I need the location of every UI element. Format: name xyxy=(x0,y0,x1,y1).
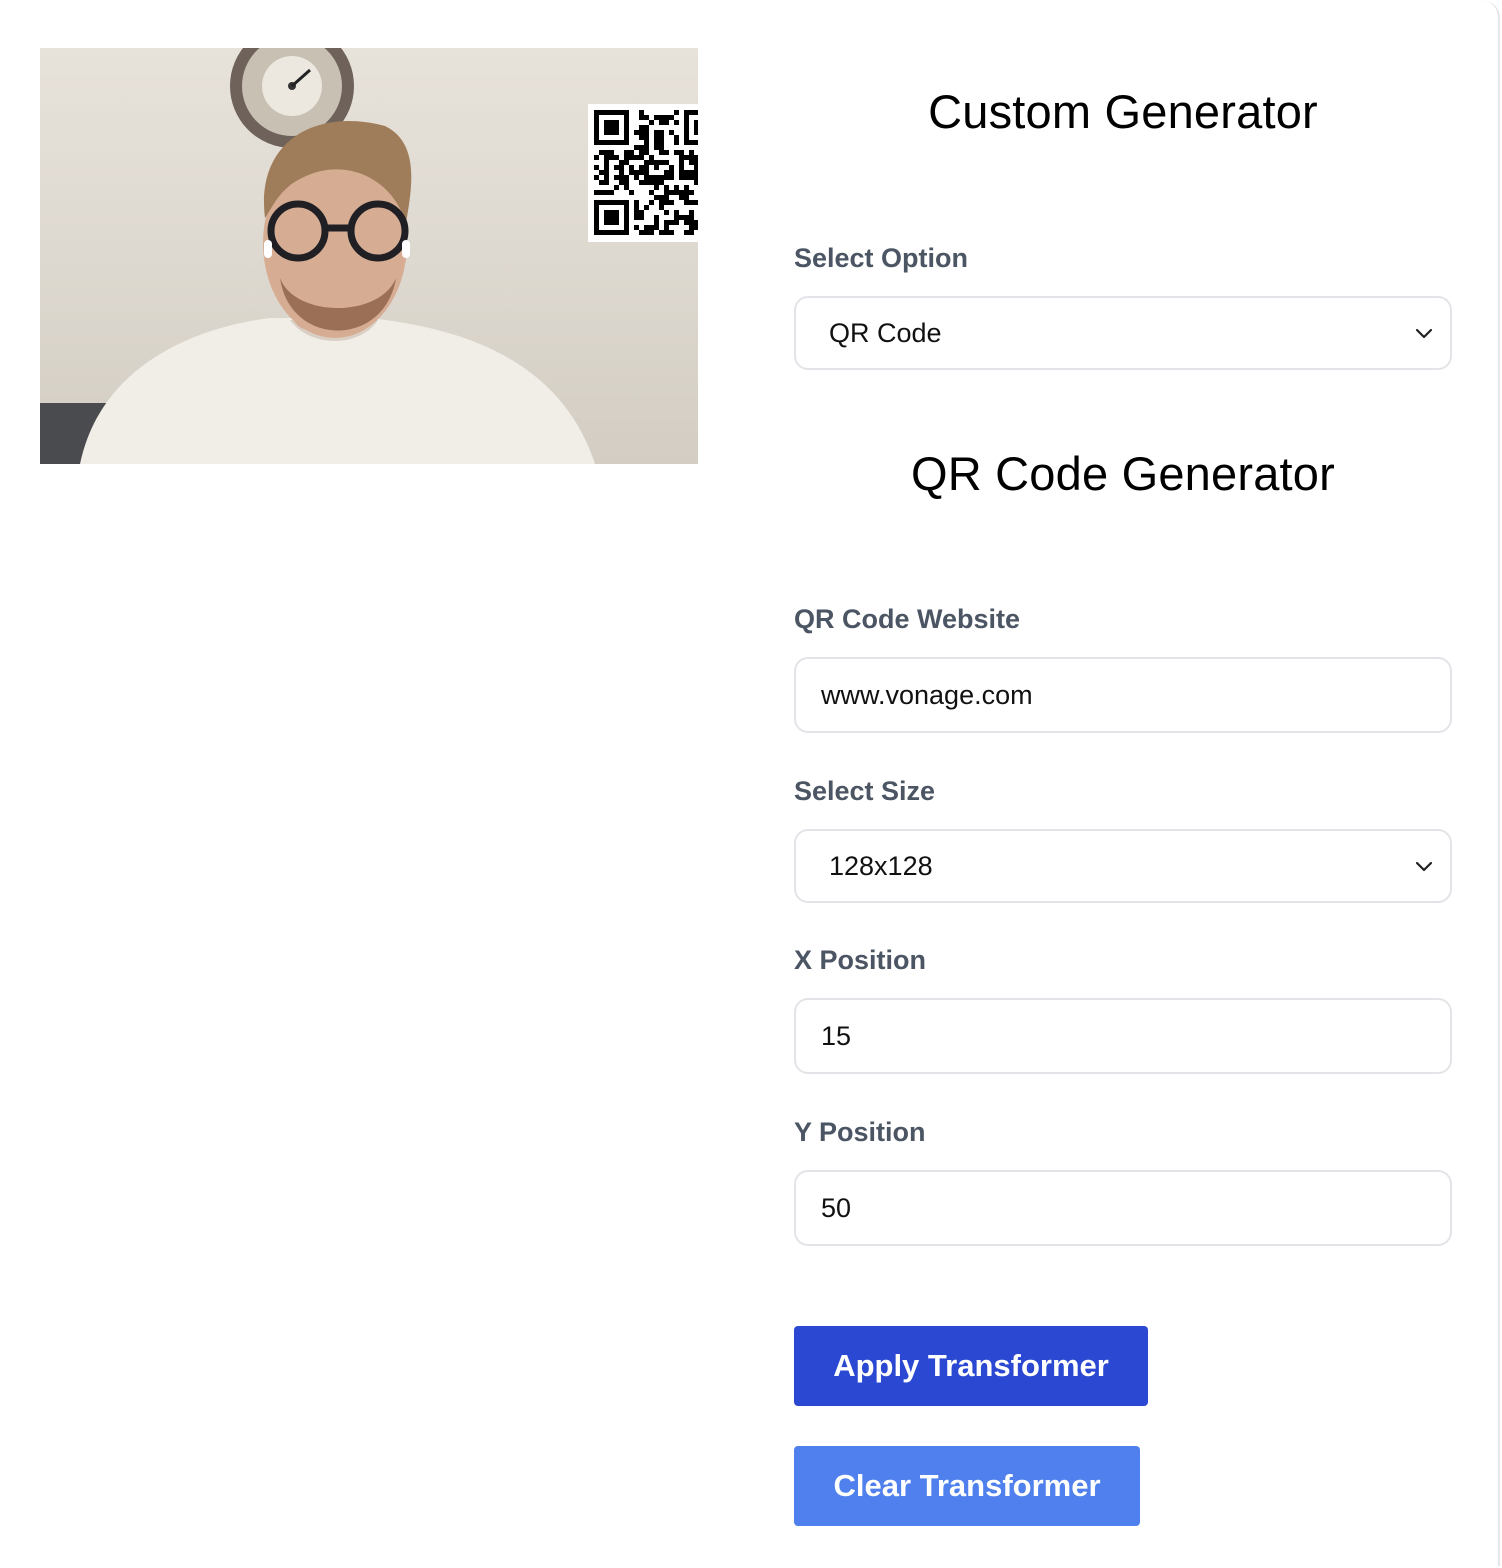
size-select-value: 128x128 xyxy=(829,850,933,881)
y-position-value: 50 xyxy=(821,1192,852,1223)
custom-generator-title: Custom Generator xyxy=(928,85,1318,138)
apply-transformer-button[interactable]: Apply Transformer xyxy=(794,1326,1148,1406)
qr-website-input[interactable]: www.vonage.com xyxy=(794,657,1452,733)
y-position-label: Y Position xyxy=(794,1117,926,1147)
select-option-label: Select Option xyxy=(794,243,969,273)
qr-website-value: www.vonage.com xyxy=(821,679,1033,710)
y-position-input[interactable]: 50 xyxy=(794,1170,1452,1246)
qr-code-generator-title: QR Code Generator xyxy=(911,447,1335,500)
size-select[interactable]: 128x128 xyxy=(794,829,1452,903)
clear-transformer-button[interactable]: Clear Transformer xyxy=(794,1446,1140,1526)
x-position-value: 15 xyxy=(821,1020,852,1051)
x-position-input[interactable]: 15 xyxy=(794,998,1452,1074)
select-size-label: Select Size xyxy=(794,776,936,806)
qr-website-label: QR Code Website xyxy=(794,604,1021,634)
x-position-label: X Position xyxy=(794,945,927,975)
qr-code-image xyxy=(594,110,698,235)
qr-code-overlay xyxy=(588,104,698,242)
option-select-value: QR Code xyxy=(829,317,942,348)
option-select[interactable]: QR Code xyxy=(794,296,1452,370)
chevron-down-icon xyxy=(1415,861,1433,872)
chevron-down-icon xyxy=(1415,328,1433,339)
video-preview xyxy=(40,48,698,464)
